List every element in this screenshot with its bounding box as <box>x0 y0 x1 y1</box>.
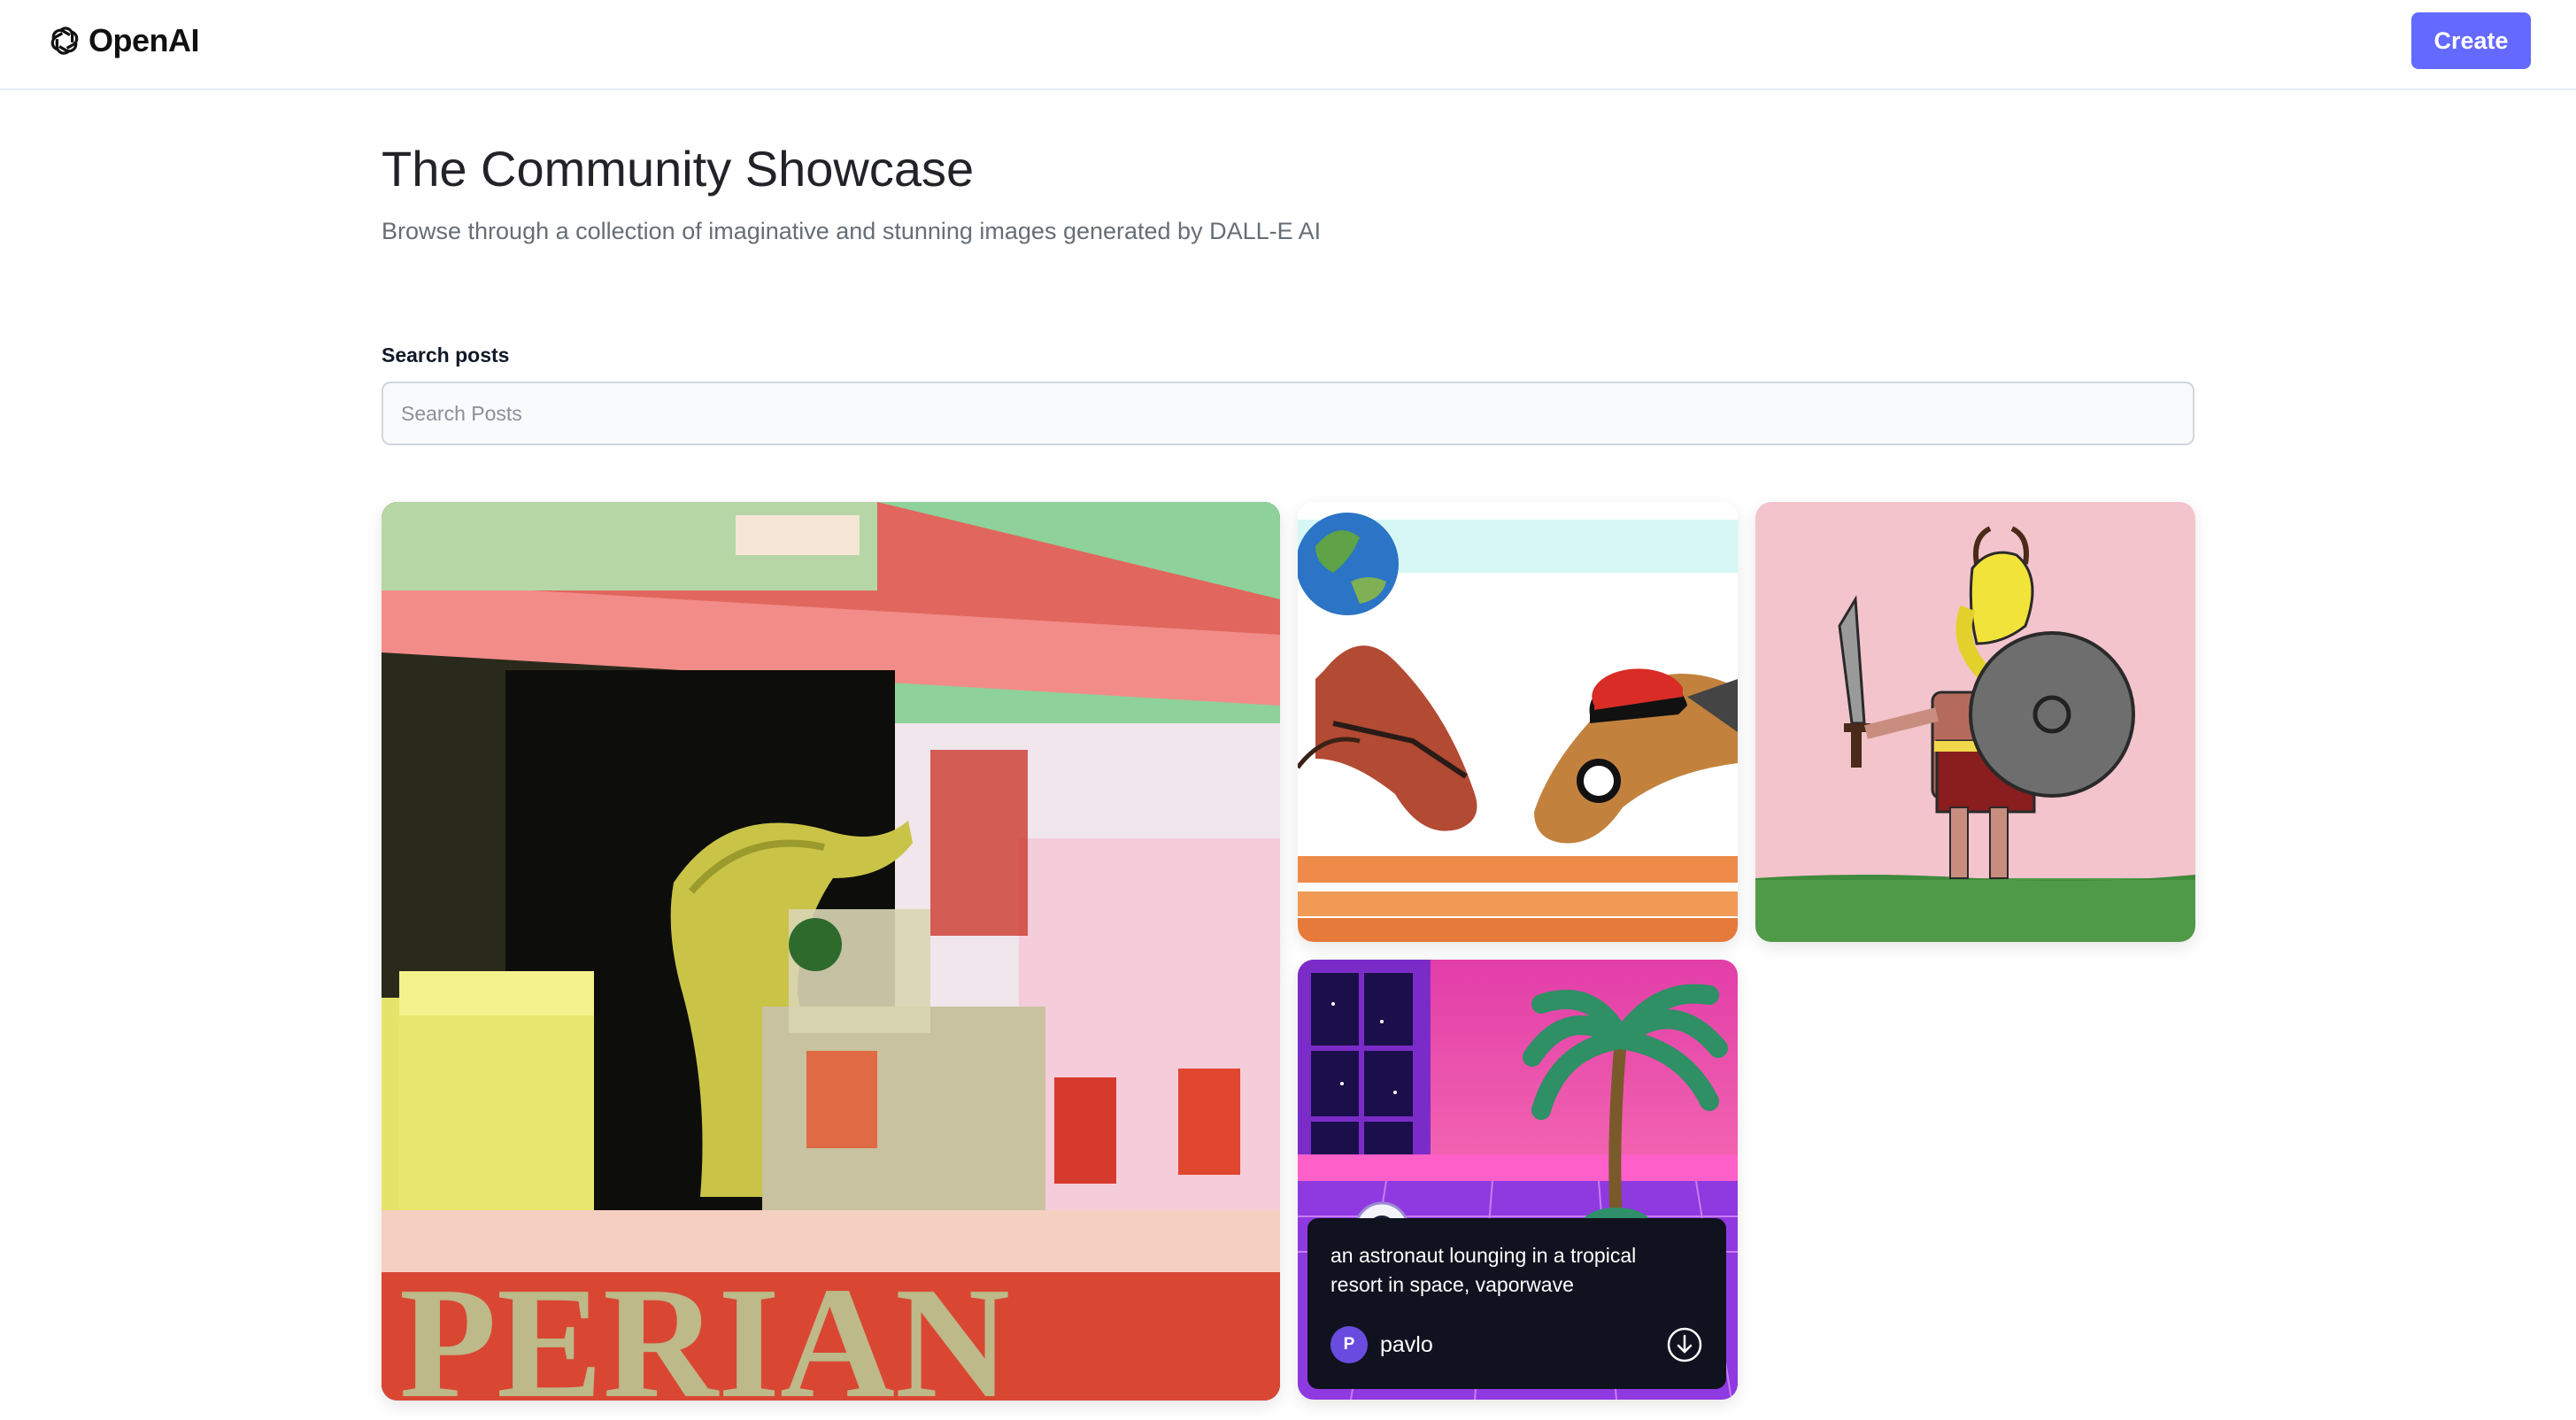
post-prompt: an astronaut lounging in a tropical reso… <box>1330 1244 1637 1296</box>
post-user-row: P pavlo <box>1330 1325 1703 1364</box>
post-card-2[interactable] <box>1298 502 1738 942</box>
logo-text: OpenAI <box>89 22 200 58</box>
openai-logo[interactable]: OpenAI <box>44 19 200 62</box>
post-card-1[interactable]: PERIAN <box>382 502 1280 1401</box>
page-subtitle: Browse through a collection of imaginati… <box>382 218 1322 244</box>
stand-banner-text: PERIAN <box>399 1254 1010 1401</box>
post-hover-overlay: an astronaut lounging in a tropical reso… <box>1307 1218 1726 1389</box>
download-icon[interactable] <box>1666 1326 1703 1363</box>
search-input[interactable] <box>382 382 2194 445</box>
avatar: P <box>1330 1326 1368 1363</box>
create-button[interactable]: Create <box>2411 12 2531 69</box>
search-label: Search posts <box>382 343 510 367</box>
page-title: The Community Showcase <box>382 141 975 197</box>
header: OpenAI Create <box>0 0 2576 90</box>
openai-logo-icon <box>50 27 79 55</box>
post-card-4[interactable]: an astronaut lounging in a tropical reso… <box>1298 960 1738 1400</box>
dinosaur-lemonade-stand-image: PERIAN <box>382 502 1280 1401</box>
horses-and-earth-image <box>1298 502 1738 942</box>
post-author: P pavlo <box>1330 1326 1433 1363</box>
banana-warrior-image <box>1755 502 2195 942</box>
post-card-3[interactable] <box>1755 502 2195 942</box>
username: pavlo <box>1380 1331 1433 1357</box>
